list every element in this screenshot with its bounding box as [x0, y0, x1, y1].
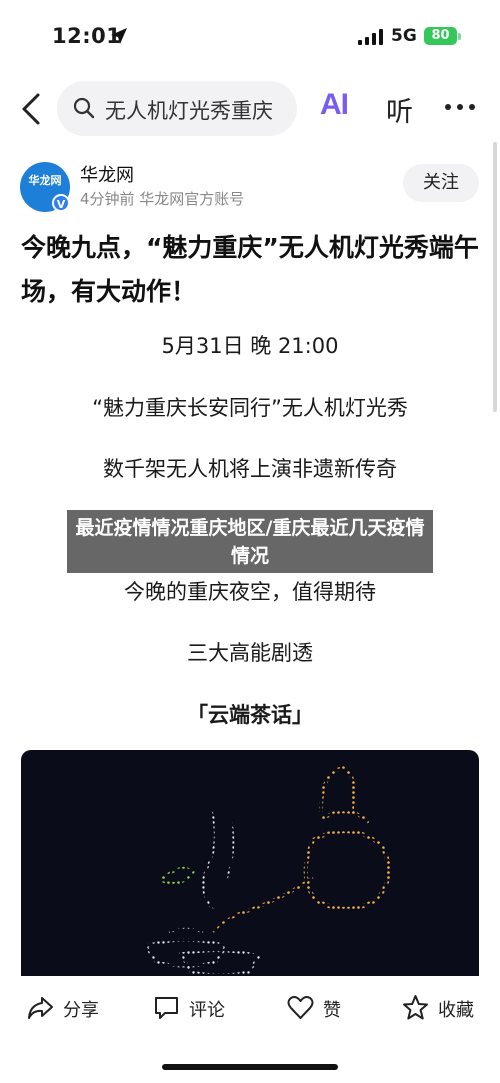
signal-bars-icon — [358, 29, 383, 45]
status-bar: 12:01 5G 80 — [0, 0, 500, 72]
author-row: 华龙网 V 华龙网 4分钟前 华龙网官方账号 关注 — [0, 156, 500, 216]
search-box[interactable]: 无人机灯光秀重庆 — [57, 81, 297, 136]
article-image[interactable] — [21, 750, 479, 976]
battery-tip — [458, 33, 461, 40]
battery-level: 80 — [431, 28, 450, 43]
search-query[interactable]: 无人机灯光秀重庆 — [105, 95, 273, 125]
comment-icon — [155, 997, 178, 1019]
home-indicator[interactable] — [162, 1064, 338, 1070]
avatar-text: 华龙网 — [28, 174, 62, 187]
article-line: 5月31日 晚 21:00 — [161, 334, 339, 358]
star-icon — [403, 995, 428, 1020]
more-icon[interactable] — [444, 103, 476, 111]
verified-badge-icon: V — [52, 194, 70, 212]
article-line: 今晚的重庆夜空，值得期待 — [124, 580, 376, 604]
location-arrow-icon — [111, 28, 127, 44]
back-arrow-icon[interactable] — [18, 92, 44, 126]
ai-button[interactable]: AI — [320, 88, 349, 122]
battery-icon: 80 — [424, 27, 457, 45]
author-name[interactable]: 华龙网 — [80, 161, 134, 187]
listen-button[interactable]: 听 — [386, 90, 413, 129]
heart-icon — [287, 996, 314, 1019]
like-label: 赞 — [323, 1000, 341, 1021]
section-heading: 「云端茶话」 — [187, 703, 313, 727]
author-meta: 4分钟前 华龙网官方账号 — [80, 190, 245, 208]
top-nav: 无人机灯光秀重庆 AI 听 — [0, 72, 500, 144]
bottom-action-bar: 分享 评论 赞 收藏 — [0, 976, 500, 1083]
search-icon — [73, 97, 95, 119]
scrollbar[interactable] — [493, 142, 497, 412]
favorite-label: 收藏 — [438, 1000, 474, 1021]
share-icon — [28, 997, 53, 1019]
drone-show-illustration — [143, 766, 391, 976]
article-title: 今晚九点，“魅力重庆”无人机灯光秀端午场，有大动作！ — [21, 233, 479, 306]
overlay-banner: 最近疫情情况重庆地区/重庆最近几天疫情情况 — [67, 510, 433, 573]
article-line: 三大高能剧透 — [187, 641, 313, 665]
follow-button[interactable]: 关注 — [403, 164, 479, 202]
share-label: 分享 — [63, 1000, 99, 1021]
article-line: “魅力重庆长安同行”无人机灯光秀 — [92, 396, 408, 420]
network-type: 5G — [391, 26, 417, 46]
comment-label: 评论 — [189, 1000, 225, 1021]
article-line: 数千架无人机将上演非遗新传奇 — [103, 457, 397, 481]
